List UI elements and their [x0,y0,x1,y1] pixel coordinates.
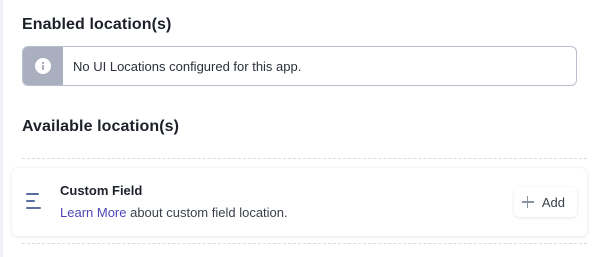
enabled-locations-heading: Enabled location(s) [22,16,172,33]
custom-field-icon [24,190,46,212]
info-icon [35,58,51,74]
notice-text: No UI Locations configured for this app. [73,58,302,74]
notice-icon-panel [23,47,63,85]
no-locations-notice: No UI Locations configured for this app. [22,46,577,86]
add-location-button[interactable]: Add [513,187,577,217]
location-description: Learn More about custom field location. [60,205,288,220]
location-name: Custom Field [60,183,143,198]
available-locations-heading: Available location(s) [22,118,180,135]
divider [22,243,587,244]
location-description-text: about custom field location. [126,205,288,220]
divider [22,158,587,159]
location-card-custom-field: Custom Field Learn More about custom fie… [12,168,587,236]
add-button-label: Add [541,194,565,210]
learn-more-link[interactable]: Learn More [60,205,126,220]
plus-icon [521,196,534,208]
left-border [0,0,3,257]
